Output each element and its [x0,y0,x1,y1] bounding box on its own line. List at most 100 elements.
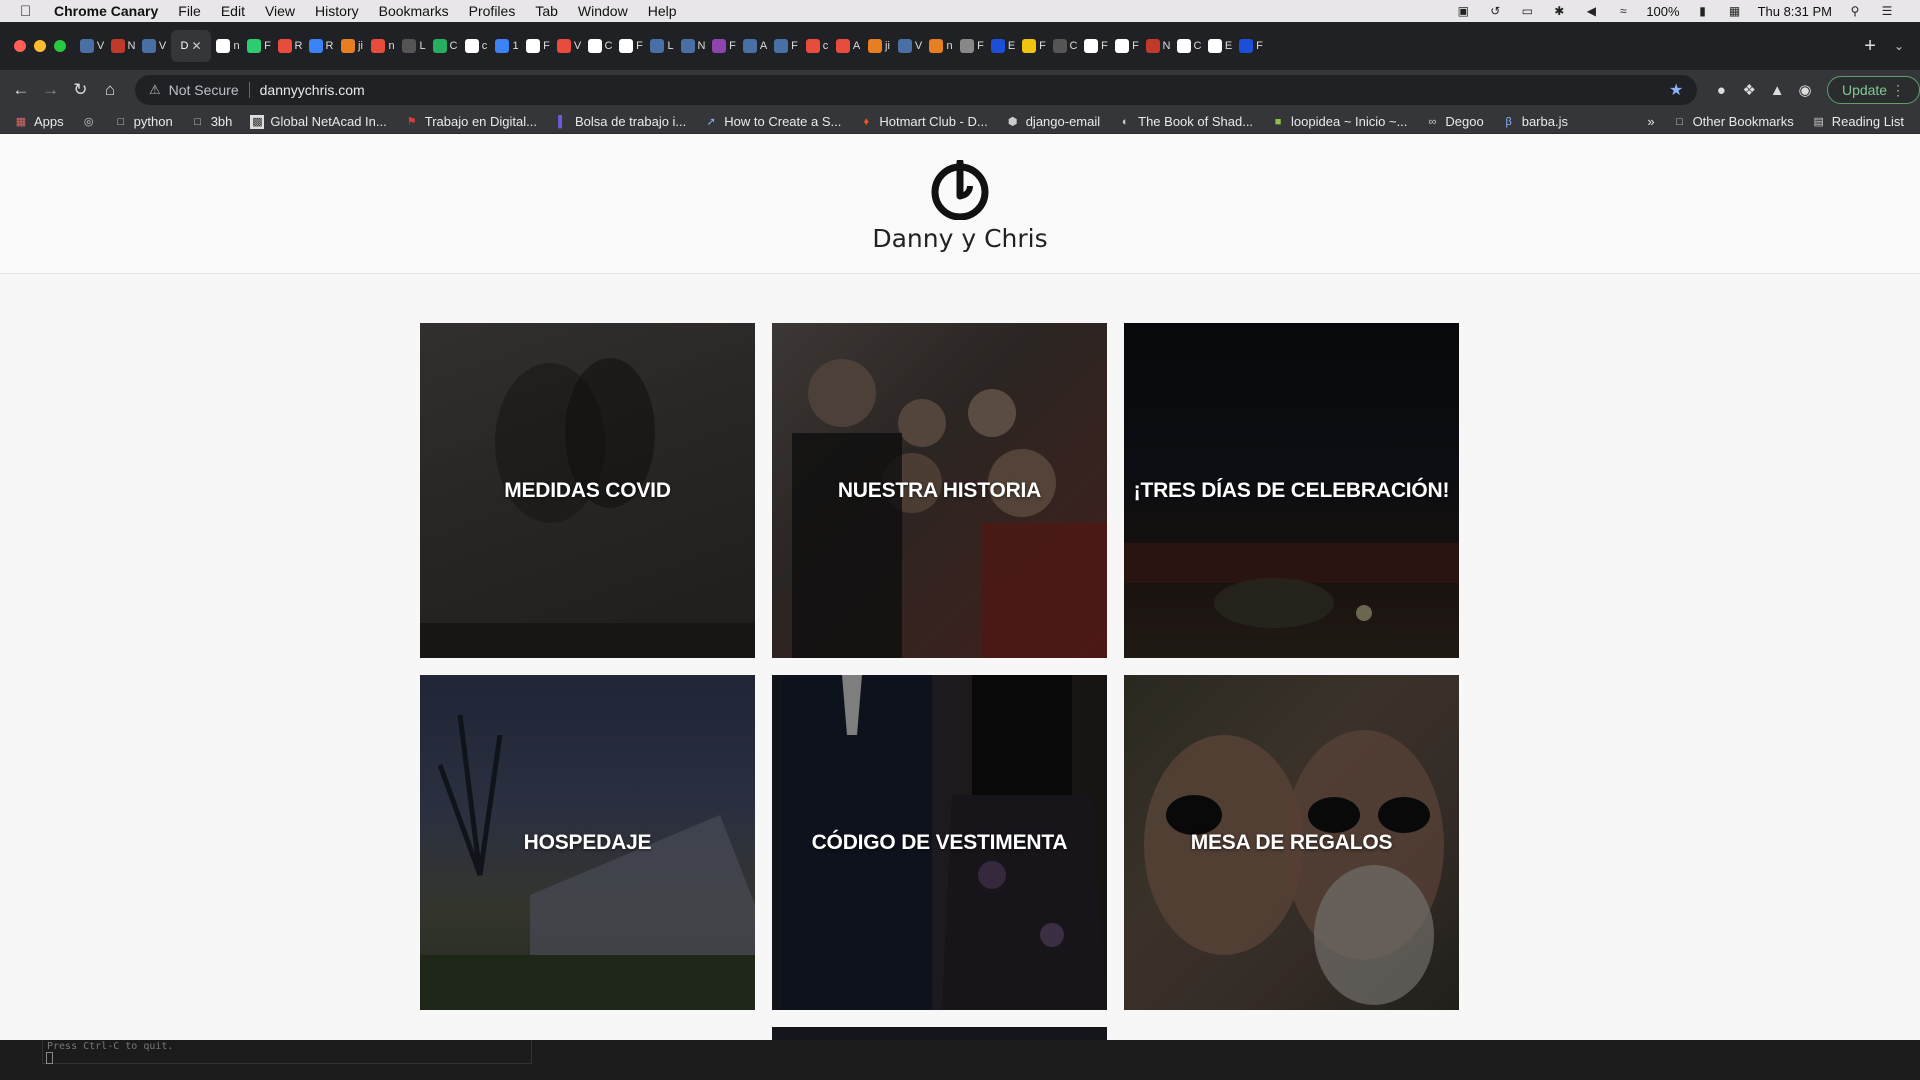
bookmark-globe[interactable]: ◎ [82,115,96,129]
browser-tab[interactable]: E [1206,30,1234,62]
card-tres-dias[interactable]: ¡TRES DÍAS DE CELEBRACIÓN! [1124,323,1459,658]
battery-icon[interactable]: ▮ [1694,4,1712,18]
browser-tab[interactable]: A [741,30,769,62]
zoom-window-button[interactable] [54,40,66,52]
browser-tab[interactable]: N [1144,30,1172,62]
bookmark-other[interactable]: □ Other Bookmarks [1673,114,1793,129]
browser-tab[interactable]: R [276,30,304,62]
menu-file[interactable]: File [178,3,201,19]
browser-tab[interactable]: N [109,30,137,62]
browser-tab[interactable]: E [989,30,1017,62]
bookmark-bolsa-trabajo[interactable]: ▌ Bolsa de trabajo i... [555,114,686,129]
site-logo-icon[interactable] [925,160,995,220]
card-codigo-vestimenta[interactable]: CÓDIGO DE VESTIMENTA [772,675,1107,1010]
browser-tab[interactable]: ji [865,30,893,62]
warning-triangle-icon[interactable]: ⚠ [149,82,161,98]
security-label[interactable]: Not Secure [169,82,239,98]
menu-tab[interactable]: Tab [535,3,558,19]
bookmark-loopidea[interactable]: ■ loopidea ~ Inicio ~... [1271,114,1408,129]
bookmark-barba[interactable]: β barba.js [1502,114,1568,129]
browser-tab-active[interactable]: D ✕ [171,30,211,62]
menu-history[interactable]: History [315,3,359,19]
browser-tab[interactable]: C [431,30,459,62]
browser-tab[interactable]: F [710,30,738,62]
apple-logo-icon[interactable]:  [20,3,38,20]
browser-tab[interactable]: C [586,30,614,62]
browser-tab[interactable]: F [772,30,800,62]
bookmark-python[interactable]: □ python [114,114,172,129]
labs-flask-icon[interactable]: ▲ [1763,82,1791,99]
card-medidas-covid[interactable]: MEDIDAS COVID [420,323,755,658]
browser-tab[interactable]: F [1082,30,1110,62]
menu-window[interactable]: Window [578,3,628,19]
browser-tab[interactable]: n [927,30,955,62]
browser-tab[interactable]: A [834,30,862,62]
bookmark-3bh[interactable]: □ 3bh [191,114,232,129]
browser-tab[interactable]: ji [338,30,366,62]
browser-tab[interactable]: F [524,30,552,62]
browser-tab[interactable]: n [214,30,242,62]
profile-avatar-icon[interactable]: ◉ [1791,81,1819,99]
menu-edit[interactable]: Edit [221,3,245,19]
card-hospedaje[interactable]: HOSPEDAJE [420,675,755,1010]
bluetooth-icon[interactable]: ✱ [1550,4,1568,18]
card-mesa-de-regalos[interactable]: MESA DE REGALOS [1124,675,1459,1010]
forward-arrow-icon[interactable]: → [36,80,66,100]
docker-icon[interactable]: ▣ [1454,4,1472,18]
browser-tab[interactable]: F [1113,30,1141,62]
wifi-icon[interactable]: ≈ [1614,4,1632,18]
browser-tab[interactable]: L [400,30,428,62]
url-text[interactable]: dannyychris.com [260,82,365,98]
bookmark-trabajo-digital[interactable]: ⚑ Trabajo en Digital... [405,114,537,129]
menu-profiles[interactable]: Profiles [469,3,516,19]
browser-tab[interactable]: V [140,30,168,62]
bookmark-netacad[interactable]: ▩ Global NetAcad In... [250,114,387,129]
browser-tab[interactable]: c [803,30,831,62]
bookmark-hotmart[interactable]: ♦ Hotmart Club - D... [859,114,988,129]
spotlight-search-icon[interactable]: ⚲ [1846,4,1864,18]
close-tab-icon[interactable]: ✕ [191,39,201,53]
home-icon[interactable]: ⌂ [95,80,125,100]
menu-bookmarks[interactable]: Bookmarks [379,3,449,19]
volume-icon[interactable]: ◀ [1582,4,1600,18]
browser-tab[interactable]: c [462,30,490,62]
time-machine-icon[interactable]: ↺ [1486,4,1504,18]
card-nuestra-historia[interactable]: NUESTRA HISTORIA [772,323,1107,658]
update-button[interactable]: Update ⋮ [1826,76,1920,104]
puzzle-extensions-icon[interactable]: ❖ [1735,81,1763,99]
airplay-icon[interactable]: ▭ [1518,4,1536,18]
site-title[interactable]: Danny y Chris [872,224,1047,253]
browser-tab[interactable]: V [896,30,924,62]
browser-tab[interactable]: V [78,30,106,62]
browser-tab[interactable]: F [958,30,986,62]
bookmarks-overflow-button[interactable]: » [1647,114,1654,129]
tab-search-chevron-icon[interactable]: ⌄ [1894,39,1904,53]
menu-clock[interactable]: Thu 8:31 PM [1758,4,1832,19]
browser-tab[interactable]: L [648,30,676,62]
new-tab-button[interactable]: + [1864,35,1876,58]
browser-tab[interactable]: F [245,30,273,62]
reload-icon[interactable]: ↻ [65,80,95,100]
extension-icon[interactable]: ● [1707,82,1735,99]
menu-help[interactable]: Help [648,3,677,19]
browser-tab[interactable]: C [1175,30,1203,62]
minimize-window-button[interactable] [34,40,46,52]
browser-tab[interactable]: F [1020,30,1048,62]
browser-tab[interactable]: F [1237,30,1265,62]
browser-tab[interactable]: 1 [493,30,521,62]
close-window-button[interactable] [14,40,26,52]
browser-tab[interactable]: n [369,30,397,62]
browser-tab[interactable]: R [307,30,335,62]
browser-tab[interactable]: F [617,30,645,62]
menu-app-name[interactable]: Chrome Canary [54,3,158,19]
control-center-icon[interactable]: ☰ [1878,4,1896,18]
bookmark-how-to-create[interactable]: ➚ How to Create a S... [704,114,842,129]
card-partial-next[interactable] [772,1027,1107,1040]
bookmark-book-of-shaders[interactable]: ◐ The Book of Shad... [1118,114,1253,129]
address-bar[interactable]: ⚠ Not Secure dannyychris.com ★ [134,75,1698,105]
browser-tab[interactable]: C [1051,30,1079,62]
bookmark-django-email[interactable]: ⬢ django-email [1006,114,1100,129]
terminal-output[interactable]: Press Ctrl-C to quit. [42,1040,532,1064]
input-source-icon[interactable]: ▦ [1726,4,1744,18]
browser-tab[interactable]: N [679,30,707,62]
